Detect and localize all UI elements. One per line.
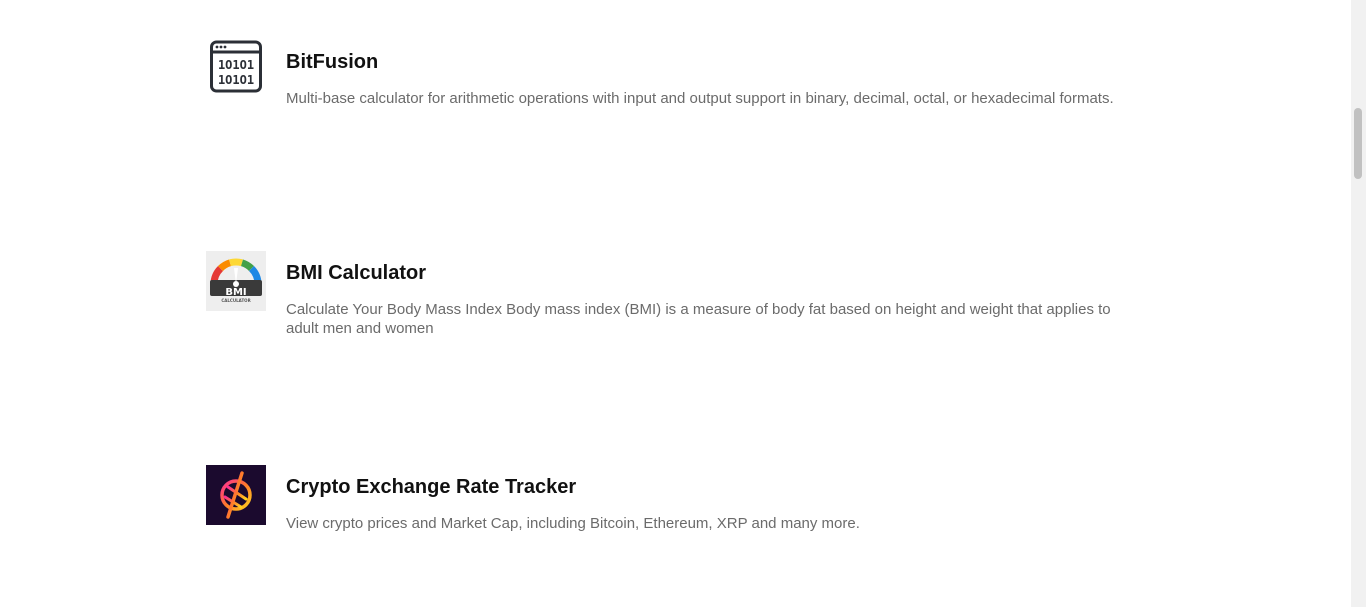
app-item-bitfusion[interactable]: 1O1O1 1O1O1 BitFusion Multi-base calcula… xyxy=(206,40,1146,120)
scrollbar-thumb[interactable] xyxy=(1354,108,1362,179)
binary-window-icon[interactable]: 1O1O1 1O1O1 xyxy=(210,40,262,94)
svg-text:1O1O1: 1O1O1 xyxy=(218,58,254,72)
bmi-gauge-icon[interactable]: BMI CALCULATOR xyxy=(206,251,266,311)
vertical-scrollbar[interactable] xyxy=(1351,0,1366,607)
app-list-page: 1O1O1 1O1O1 BitFusion Multi-base calcula… xyxy=(0,0,1366,607)
app-description: Calculate Your Body Mass Index Body mass… xyxy=(286,301,1111,337)
bmi-icon-subtext: CALCULATOR xyxy=(221,298,250,303)
app-title[interactable]: BitFusion xyxy=(286,50,378,74)
app-item-bmi-calculator[interactable]: BMI CALCULATOR BMI Calculator Calculate … xyxy=(206,251,1146,337)
app-description: View crypto prices and Market Cap, inclu… xyxy=(286,515,860,532)
app-description: Multi-base calculator for arithmetic ope… xyxy=(286,90,1114,107)
app-item-crypto-tracker[interactable]: Crypto Exchange Rate Tracker View crypto… xyxy=(206,465,1146,545)
app-title[interactable]: BMI Calculator xyxy=(286,261,426,285)
app-title[interactable]: Crypto Exchange Rate Tracker xyxy=(286,475,576,499)
crypto-logo-icon[interactable] xyxy=(206,465,266,525)
svg-text:1O1O1: 1O1O1 xyxy=(218,73,254,87)
bmi-icon-text: BMI xyxy=(225,287,246,298)
